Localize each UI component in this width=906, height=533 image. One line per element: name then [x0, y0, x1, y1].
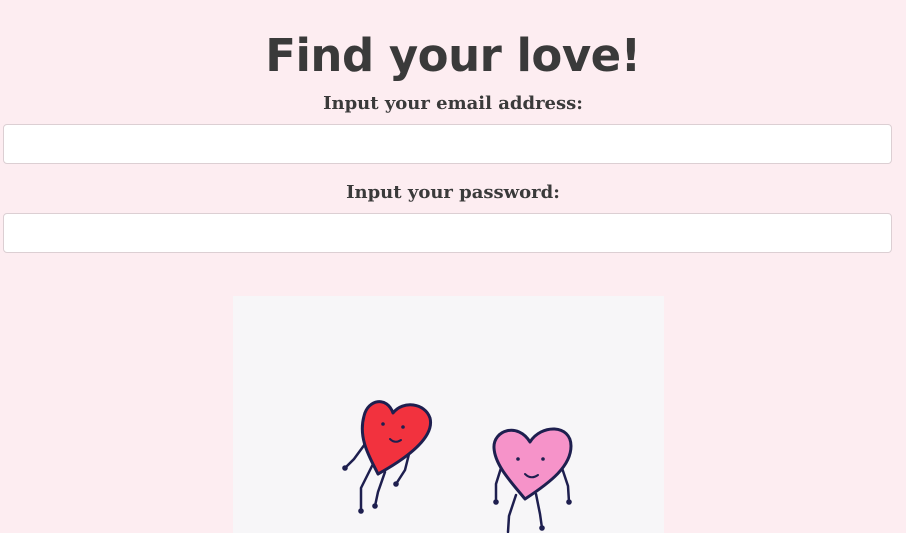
email-field[interactable] — [3, 124, 892, 164]
password-label: Input your password: — [346, 182, 560, 203]
login-page: Find your love! Input your email address… — [0, 0, 906, 533]
password-field[interactable] — [3, 213, 892, 253]
left-heart-character — [342, 400, 433, 514]
email-label: Input your email address: — [323, 93, 583, 114]
hearts-illustration — [233, 296, 664, 533]
right-heart-character — [492, 427, 573, 533]
page-title: Find your love! — [265, 29, 641, 82]
dancing-hearts-image — [342, 400, 573, 533]
